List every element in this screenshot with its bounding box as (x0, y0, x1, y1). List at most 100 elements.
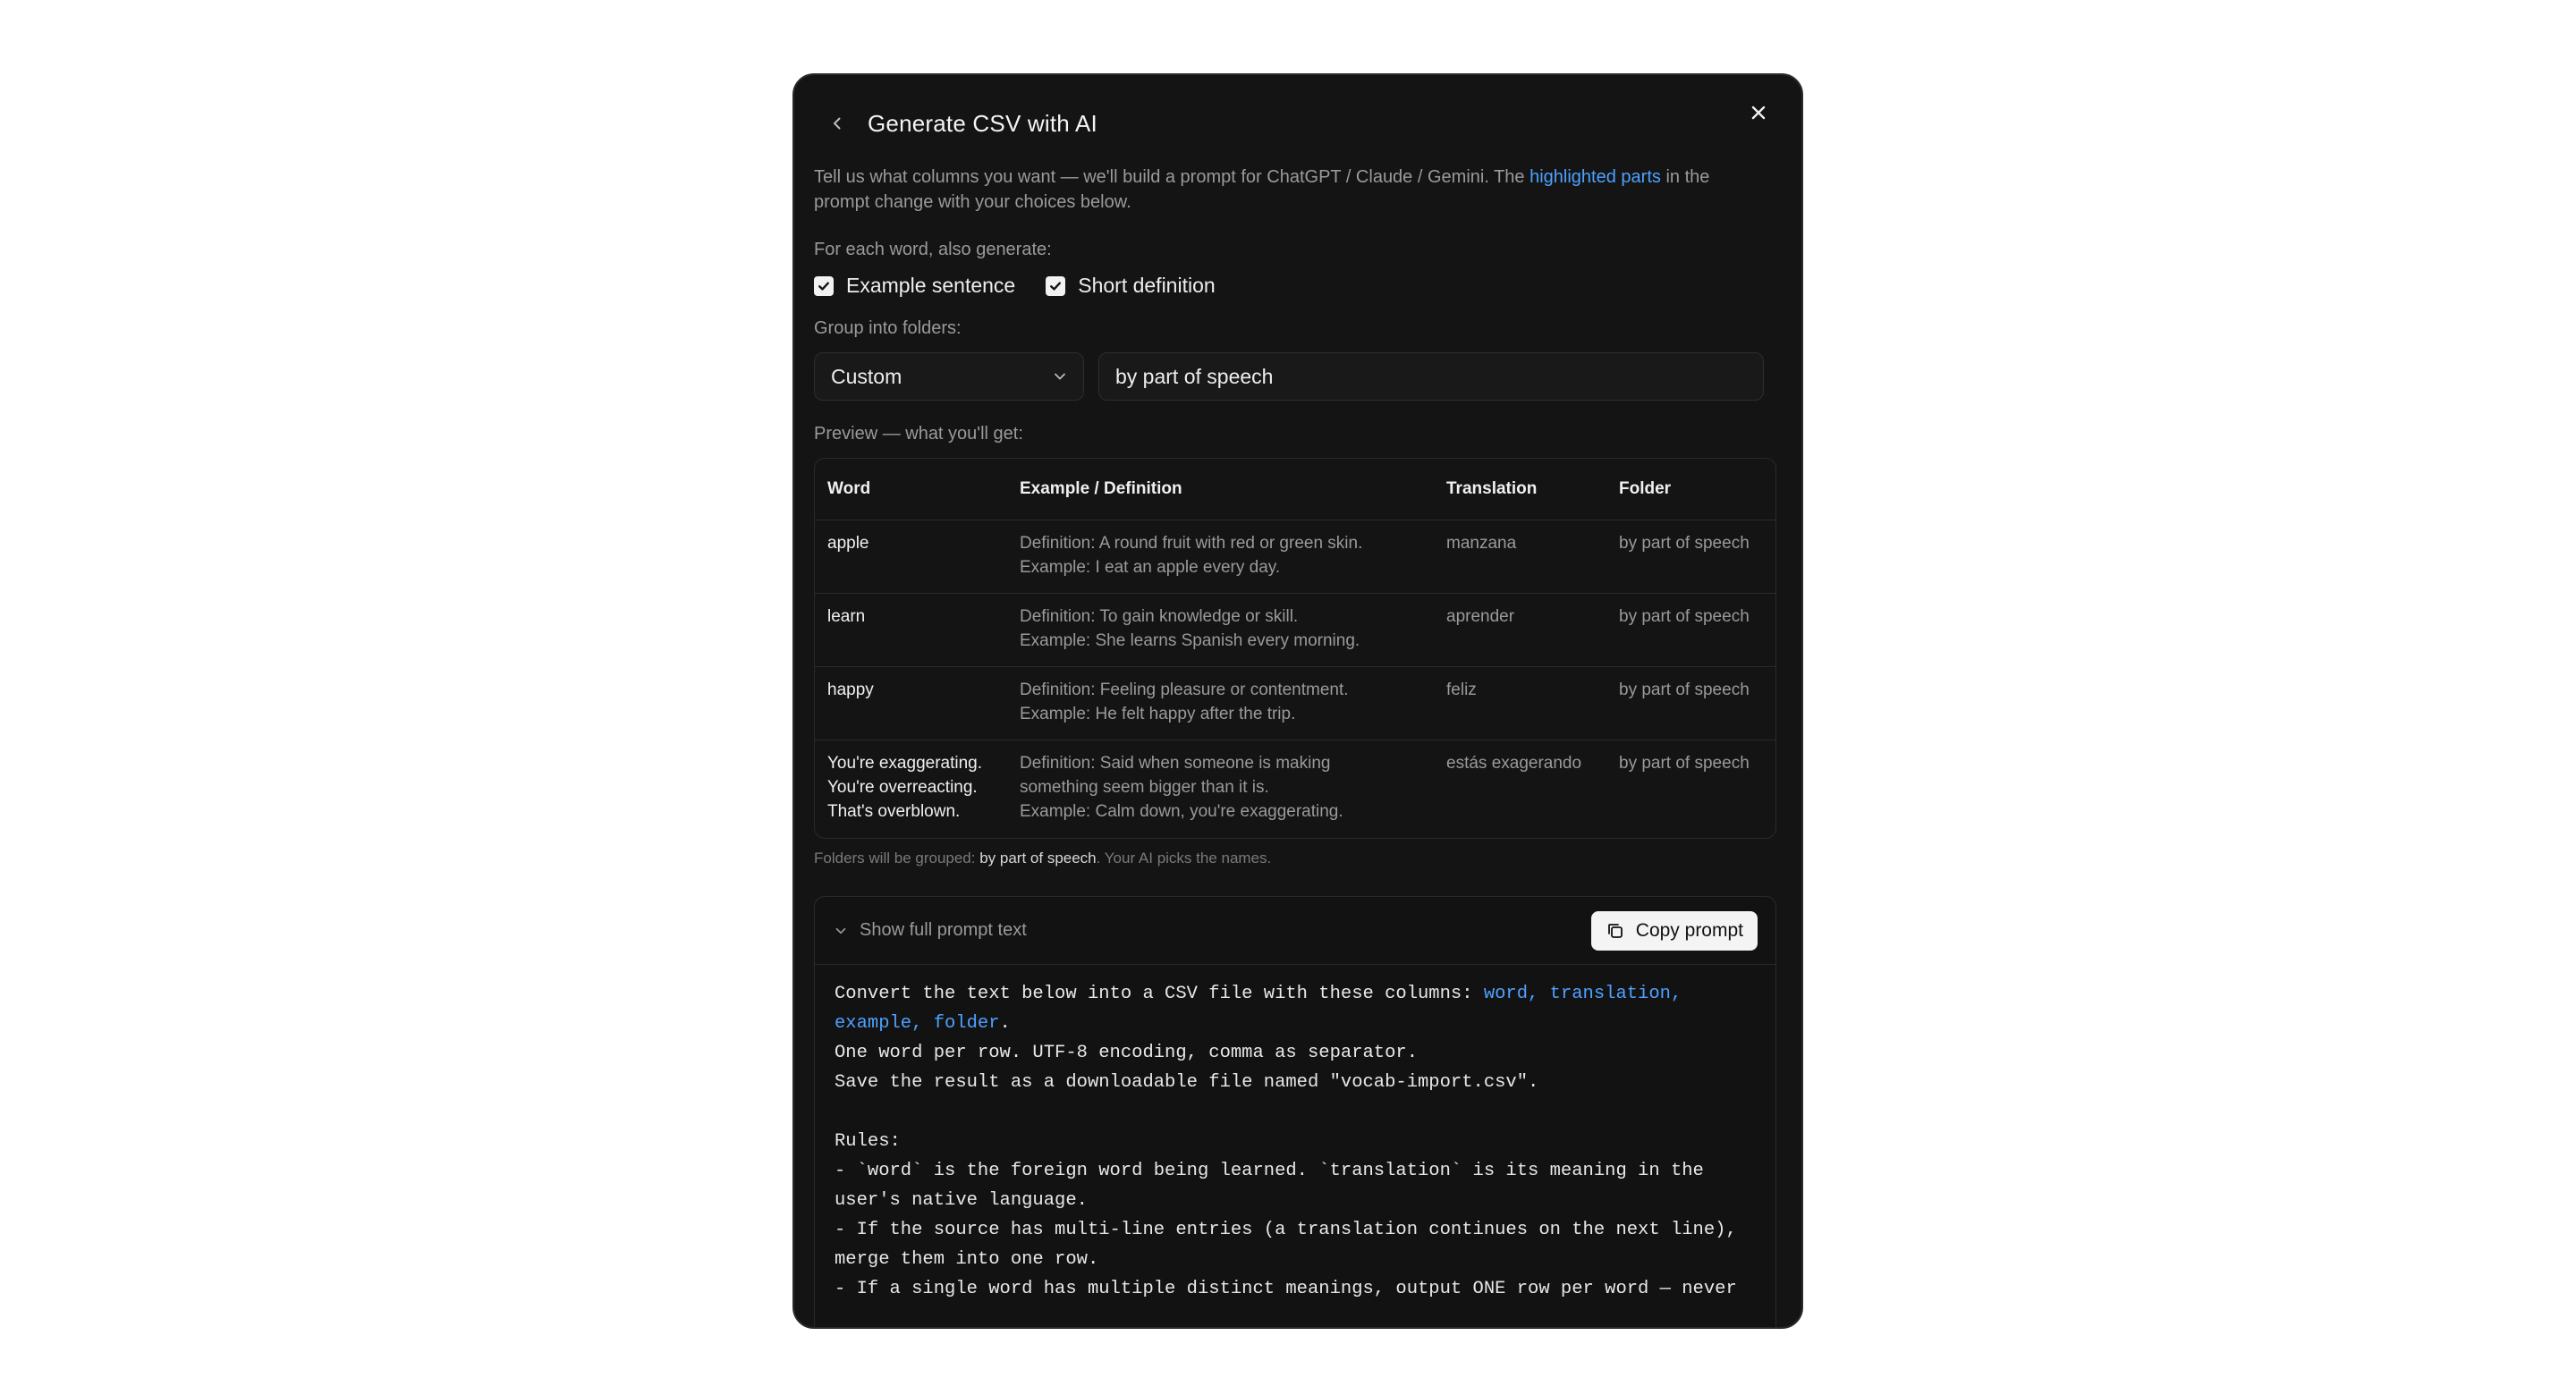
chevron-left-icon (834, 117, 841, 130)
word-text: apple (827, 534, 869, 553)
word-cell: learn (815, 593, 1007, 667)
table-header-row: Word Example / Definition Translation Fo… (815, 459, 1775, 520)
prompt-line: example, folder. (835, 1009, 1756, 1038)
folder-grouping-select[interactable]: Custom (814, 352, 1084, 401)
example-text: Example: Calm down, you're exaggerating. (1020, 802, 1343, 821)
prompt-line: Convert the text below into a CSV file w… (835, 979, 1756, 1009)
example-text: Example: He felt happy after the trip. (1020, 705, 1296, 723)
prompt-highlight: word, translation, (1483, 984, 1682, 1004)
prompt-text-segment: Rules: (835, 1131, 901, 1152)
prompt-text-segment: - If a single word has multiple distinct… (835, 1279, 1737, 1299)
close-icon (1751, 106, 1766, 120)
checkbox-checked-icon (814, 275, 834, 296)
word-cell: You're exaggerating. You're overreacting.… (815, 740, 1007, 837)
definition-text: Definition: To gain knowledge or skill. (1020, 607, 1299, 626)
translation-cell: feliz (1434, 666, 1606, 740)
short-definition-checkbox[interactable]: Short definition (1046, 274, 1216, 298)
example-cell: Definition: Said when someone is making s… (1007, 740, 1434, 837)
dialog-title: Generate CSV with AI (868, 109, 1097, 137)
prompt-text-segment: One word per row. UTF-8 encoding, comma … (835, 1043, 1419, 1063)
prompt-line: - `word` is the foreign word being learn… (835, 1156, 1756, 1186)
example-sentence-checkbox[interactable]: Example sentence (814, 274, 1015, 298)
example-cell: Definition: Feeling pleasure or contentm… (1007, 666, 1434, 740)
example-text: Example: I eat an apple every day. (1020, 558, 1281, 577)
column-header-folder: Folder (1606, 459, 1775, 520)
table-row: happy Definition: Feeling pleasure or co… (815, 666, 1775, 740)
prompt-line: - If a single word has multiple distinct… (835, 1274, 1756, 1304)
custom-grouping-input[interactable] (1098, 352, 1764, 401)
preview-label: Preview — what you'll get: (814, 424, 1023, 444)
prompt-line: Rules: (835, 1127, 1756, 1156)
generate-csv-dialog: Generate CSV with AI Tell us what column… (792, 73, 1803, 1329)
checkbox-checked-icon (1046, 275, 1066, 296)
group-label: Group into folders: (814, 318, 962, 338)
preview-table: Word Example / Definition Translation Fo… (814, 458, 1776, 839)
example-cell: Definition: A round fruit with red or gr… (1007, 520, 1434, 594)
folder-cell: by part of speech (1606, 520, 1775, 594)
chevron-down-icon (835, 927, 846, 934)
folder-cell: by part of speech (1619, 754, 1750, 773)
word-cell: apple (815, 520, 1007, 594)
column-header-example: Example / Definition (1007, 459, 1434, 520)
note-text-end: . Your AI picks the names. (1096, 850, 1272, 867)
word-text: happy (827, 681, 874, 699)
note-text-start: Folders will be grouped: (814, 850, 980, 867)
folder-cell: by part of speech (1606, 593, 1775, 667)
prompt-text-segment: - If the source has multi-line entries (… (835, 1220, 1737, 1240)
column-header-word: Word (815, 459, 1007, 520)
word-cell: happy (815, 666, 1007, 740)
example-cell: Definition: To gain knowledge or skill. E… (1007, 593, 1434, 667)
select-value: Custom (831, 364, 902, 388)
column-header-translation: Translation (1434, 459, 1606, 520)
generate-options: Example sentence Short definition (814, 274, 1246, 298)
prompt-text-segment: Convert the text below into a CSV file w… (835, 984, 1484, 1004)
generate-label: For each word, also generate: (814, 240, 1052, 259)
definition-text: something seem bigger than it is. (1020, 778, 1269, 797)
prompt-highlight: example, folder (835, 1013, 1000, 1034)
prompt-panel: Show full prompt text Copy prompt Conver… (814, 896, 1776, 1327)
word-text: learn (827, 607, 866, 626)
translation-cell: estás exagerando (1446, 754, 1582, 773)
prompt-header: Show full prompt text Copy prompt (815, 897, 1775, 965)
short-definition-label: Short definition (1078, 274, 1216, 297)
prompt-line: merge them into one row. (835, 1245, 1756, 1274)
chevron-down-icon (1055, 373, 1065, 380)
translation-cell: manzana (1434, 520, 1606, 594)
copy-icon (1607, 923, 1623, 938)
intro-text: Tell us what columns you want — we'll bu… (814, 165, 1762, 215)
table-row: apple Definition: A round fruit with red… (815, 520, 1775, 594)
prompt-line (835, 1097, 1756, 1127)
prompt-text-segment: merge them into one row. (835, 1249, 1099, 1270)
prompt-text-segment: . (999, 1013, 1011, 1034)
prompt-line: user's native language. (835, 1186, 1756, 1215)
show-prompt-toggle[interactable]: Show full prompt text (833, 920, 1027, 941)
copy-prompt-button[interactable]: Copy prompt (1590, 910, 1758, 951)
intro-text-start: Tell us what columns you want — we'll bu… (814, 167, 1530, 187)
definition-text: Definition: A round fruit with red or gr… (1020, 534, 1363, 553)
prompt-text-segment: - `word` is the foreign word being learn… (835, 1161, 1704, 1181)
back-button[interactable] (819, 106, 855, 141)
word-text: That's overblown. (827, 802, 961, 821)
show-prompt-label: Show full prompt text (860, 920, 1027, 940)
prompt-text: Convert the text below into a CSV file w… (815, 965, 1775, 1318)
grouping-note: Folders will be grouped: by part of spee… (814, 850, 1271, 867)
prompt-line: One word per row. UTF-8 encoding, comma … (835, 1038, 1756, 1068)
table-row: learn Definition: To gain knowledge or s… (815, 593, 1775, 667)
prompt-line: - If the source has multi-line entries (… (835, 1215, 1756, 1245)
folder-cell: by part of speech (1606, 666, 1775, 740)
word-text: You're overreacting. (827, 778, 978, 797)
close-button[interactable] (1739, 93, 1778, 132)
dialog-header: Generate CSV with AI (819, 106, 1097, 141)
prompt-text-segment: user's native language. (835, 1190, 1088, 1211)
definition-text: Definition: Said when someone is making (1020, 754, 1331, 773)
example-sentence-label: Example sentence (846, 274, 1016, 297)
definition-text: Definition: Feeling pleasure or contentm… (1020, 681, 1349, 699)
intro-highlight: highlighted parts (1530, 167, 1661, 187)
table-row: You're exaggerating. You're overreacting.… (815, 740, 1775, 837)
example-text: Example: She learns Spanish every mornin… (1020, 631, 1360, 650)
prompt-text-segment: Save the result as a downloadable file n… (835, 1072, 1539, 1093)
word-text: You're exaggerating. (827, 754, 983, 773)
translation-cell: aprender (1434, 593, 1606, 667)
note-grouping-value: by part of speech (979, 850, 1097, 867)
prompt-line: Save the result as a downloadable file n… (835, 1068, 1756, 1097)
